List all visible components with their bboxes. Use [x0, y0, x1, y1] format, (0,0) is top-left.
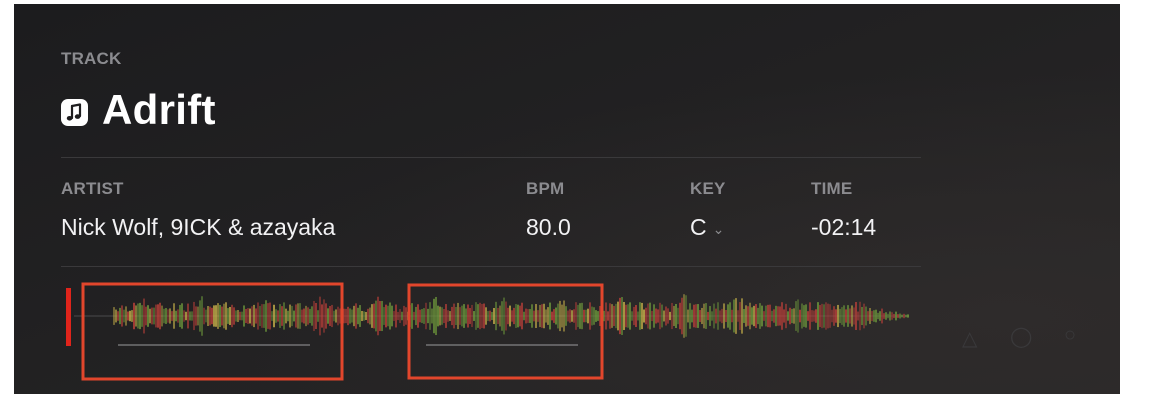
key-dropdown[interactable]: C ⌄ [690, 214, 724, 241]
artist-value: Nick Wolf, 9ICK & azayaka [61, 214, 336, 240]
time-value: -02:14 [811, 214, 877, 240]
chevron-down-icon: ⌄ [712, 220, 725, 237]
highlight-box-1 [81, 282, 344, 381]
bpm-label: BPM [526, 179, 565, 198]
track-title: Adrift [102, 86, 216, 133]
track-title-row: Adrift [61, 86, 216, 134]
key-label: KEY [690, 179, 726, 198]
ghost-icon-2: ◯ [1010, 326, 1033, 348]
track-label: TRACK [61, 49, 122, 68]
waveform[interactable] [14, 274, 1120, 394]
key-value: C [690, 214, 707, 240]
ghost-icon-3: ○ [1064, 324, 1077, 346]
divider-bottom [61, 266, 921, 267]
ghost-icon-1: △ [962, 328, 978, 350]
music-note-icon [61, 98, 88, 126]
track-info-panel: TRACK Adrift ARTIST Nick Wolf, 9ICK & az… [14, 4, 1120, 394]
artist-label: ARTIST [61, 179, 124, 198]
divider-top [61, 157, 921, 158]
playhead-marker[interactable] [66, 288, 71, 346]
bpm-value: 80.0 [526, 214, 571, 240]
time-label: TIME [811, 179, 853, 198]
highlight-box-2 [407, 283, 604, 380]
